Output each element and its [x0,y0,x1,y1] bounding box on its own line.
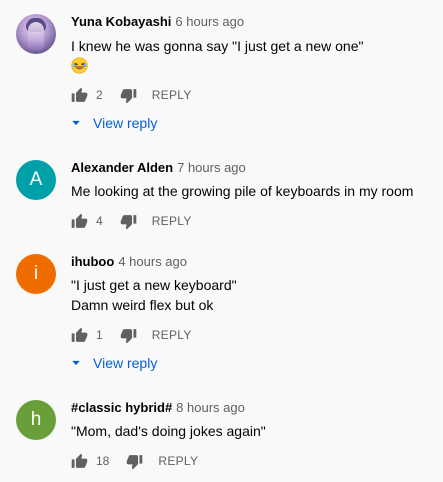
thumbs-down-icon[interactable] [120,213,137,230]
reply-button[interactable]: REPLY [152,88,192,102]
like-count: 2 [96,88,103,102]
view-reply-button[interactable]: View reply [71,353,157,373]
timestamp[interactable]: 6 hours ago [175,14,244,29]
reply-button[interactable]: REPLY [158,454,198,468]
avatar-letter: A [29,169,43,190]
avatar-letter: i [33,263,39,284]
comment-text-line: "I just get a new keyboard" [71,277,237,293]
view-reply-label: View reply [93,355,158,371]
avatar[interactable]: A [16,160,56,200]
reply-button[interactable]: REPLY [152,214,192,228]
comment-actions: 2 REPLY [71,85,192,105]
thumbs-up-icon[interactable] [71,213,88,230]
chevron-down-icon [71,118,81,128]
comment-text-line: Damn weird flex but ok [71,297,214,313]
avatar-letter: h [30,409,42,430]
timestamp[interactable]: 4 hours ago [118,254,187,269]
thumbs-up-icon[interactable] [71,453,88,470]
avatar[interactable] [16,14,56,54]
like-count: 18 [96,454,110,468]
like-count: 4 [96,214,103,228]
laughing-emoji-icon [71,57,88,74]
comment-actions: 1 REPLY [71,325,192,345]
comment-text: "Mom, dad's doing jokes again" [71,423,266,439]
thumbs-down-icon[interactable] [120,87,137,104]
author-name[interactable]: ihuboo [71,254,114,269]
comment-header: #classic hybrid# 8 hours ago [71,400,245,416]
comment-header: Alexander Alden 7 hours ago [71,160,246,176]
comment-header: ihuboo 4 hours ago [71,254,187,270]
view-reply-button[interactable]: View reply [71,113,157,133]
avatar[interactable]: i [16,254,56,294]
author-name[interactable]: #classic hybrid# [71,400,172,415]
comment-text: I knew he was gonna say "I just get a ne… [71,38,364,54]
reply-button[interactable]: REPLY [152,328,192,342]
timestamp[interactable]: 7 hours ago [177,160,246,175]
avatar[interactable]: h [16,400,56,440]
timestamp[interactable]: 8 hours ago [176,400,245,415]
author-name[interactable]: Alexander Alden [71,160,173,175]
comment-header: Yuna Kobayashi 6 hours ago [71,14,244,30]
thumbs-up-icon[interactable] [71,327,88,344]
thumbs-down-icon[interactable] [120,327,137,344]
comment-text: Me looking at the growing pile of keyboa… [71,183,414,199]
comment-thread: Yuna Kobayashi 6 hours ago I knew he was … [0,0,443,482]
thumbs-down-icon[interactable] [126,453,143,470]
like-count: 1 [96,328,103,342]
comment-actions: 18 REPLY [71,451,198,471]
view-reply-label: View reply [93,115,158,131]
chevron-down-icon [71,358,81,368]
thumbs-up-icon[interactable] [71,87,88,104]
author-name[interactable]: Yuna Kobayashi [71,14,171,29]
comment-actions: 4 REPLY [71,211,192,231]
